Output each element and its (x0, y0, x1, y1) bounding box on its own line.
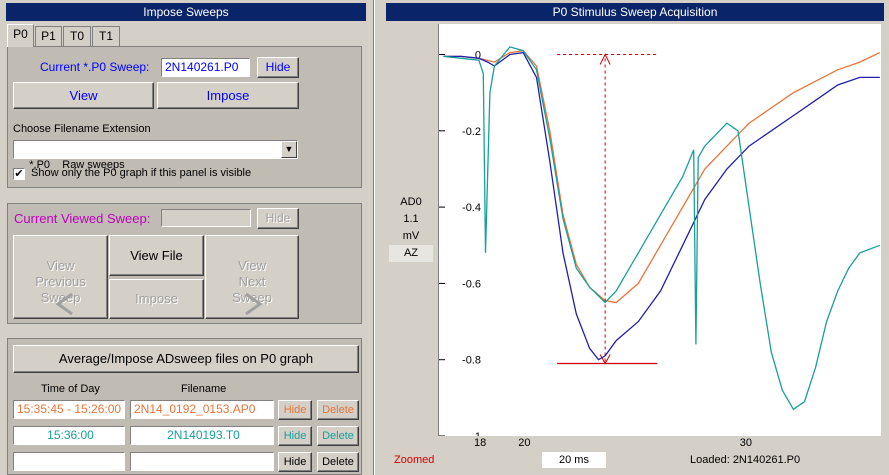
sweep-chart-svg: 0-0.2-0.4-0.6-0.8-1 (439, 46, 881, 443)
current-sweep-group: Current *.P0 Sweep: 2N140261.P0 Hide Vie… (7, 46, 362, 188)
tab-p1[interactable]: P1 (35, 26, 62, 46)
extension-label: Choose Filename Extension (13, 123, 151, 135)
x-axis-strip: 18 20 30 (438, 436, 881, 451)
timebase-status: 20 ms (542, 452, 606, 468)
channel-mode[interactable]: AZ (389, 245, 433, 262)
viewed-sweep-group: Current Viewed Sweep: Hide View Previous… (7, 203, 362, 324)
x-tick-label: 20 (518, 437, 531, 449)
channel-gain: 1.1 (403, 213, 419, 225)
row1-hide-button[interactable]: Hide (278, 400, 312, 420)
row3-filename (130, 452, 274, 471)
viewed-hide-button[interactable]: Hide (257, 208, 299, 229)
tab-t1[interactable]: T1 (92, 26, 120, 46)
show-only-label: Show only the P0 graph if this panel is … (31, 167, 252, 179)
viewed-sweep-field[interactable] (161, 209, 251, 227)
zoomed-status: Zoomed (394, 454, 435, 466)
current-hide-button[interactable]: Hide (257, 57, 299, 78)
x-tick-label: 18 (474, 437, 487, 449)
status-bar: Zoomed 20 ms Loaded: 2N140261.P0 (394, 452, 881, 469)
loaded-status: Loaded: 2N140261.P0 (690, 454, 801, 466)
channel-unit: mV (402, 230, 420, 242)
row3-hide-button[interactable]: Hide (278, 452, 312, 472)
view-button[interactable]: View (13, 82, 154, 109)
view-file-button[interactable]: View File (109, 235, 204, 276)
time-of-day-header: Time of Day (41, 383, 100, 395)
row2-hide-button[interactable]: Hide (278, 426, 312, 446)
series-line-0 (443, 50, 881, 304)
y-tick-label: -0.8 (462, 355, 481, 367)
row1-filename: 2N14_0192_0153.AP0 (130, 400, 274, 419)
impose-sweeps-title: Impose Sweeps (6, 3, 366, 21)
x-tick-label: 30 (739, 437, 753, 449)
average-impose-button[interactable]: Average/Impose ADsweep files on P0 graph (13, 345, 359, 373)
series-line-1 (443, 51, 880, 361)
splitter[interactable] (373, 0, 375, 475)
row1-delete-button[interactable]: Delete (317, 400, 359, 420)
tab-p0[interactable]: P0 (7, 24, 34, 47)
current-sweep-field[interactable]: 2N140261.P0 (161, 58, 250, 77)
viewed-impose-button[interactable]: Impose (109, 279, 204, 319)
arrow-left-icon (55, 292, 73, 316)
extension-select[interactable]: *.P0 Raw sweeps ▼ (13, 140, 298, 171)
current-sweep-label: Current *.P0 Sweep: (40, 60, 150, 74)
channel-info: AD0 1.1 mV AZ (389, 194, 433, 262)
row2-delete-button[interactable]: Delete (317, 426, 359, 446)
tab-t0[interactable]: T0 (63, 26, 91, 46)
show-only-checkbox[interactable]: ✔ (13, 168, 25, 180)
chevron-down-icon[interactable]: ▼ (281, 141, 297, 158)
y-tick-label: -0.6 (462, 278, 481, 290)
channel-name: AD0 (400, 196, 422, 208)
sweep-chart[interactable]: 0-0.2-0.4-0.6-0.8-1 (438, 24, 881, 443)
average-group: Average/Impose ADsweep files on P0 graph… (7, 338, 362, 475)
view-previous-button[interactable]: View Previous Sweep (13, 235, 108, 319)
acquisition-title: P0 Stimulus Sweep Acquisition (386, 3, 884, 21)
y-tick-label: -0.2 (462, 126, 481, 138)
row3-delete-button[interactable]: Delete (317, 452, 359, 472)
viewed-sweep-label: Current Viewed Sweep: (14, 211, 151, 226)
row1-time: 15:35:45 - 15:26:00 (13, 400, 125, 419)
y-tick-label: -0.4 (462, 202, 481, 214)
arrow-right-icon (245, 292, 263, 316)
impose-button[interactable]: Impose (157, 82, 299, 109)
row2-filename: 2N140193.T0 (130, 426, 274, 445)
view-next-button[interactable]: View Next Sweep (205, 235, 299, 319)
row3-time (13, 452, 125, 471)
row2-time: 15:36:00 (13, 426, 125, 445)
filename-header: Filename (181, 383, 227, 395)
